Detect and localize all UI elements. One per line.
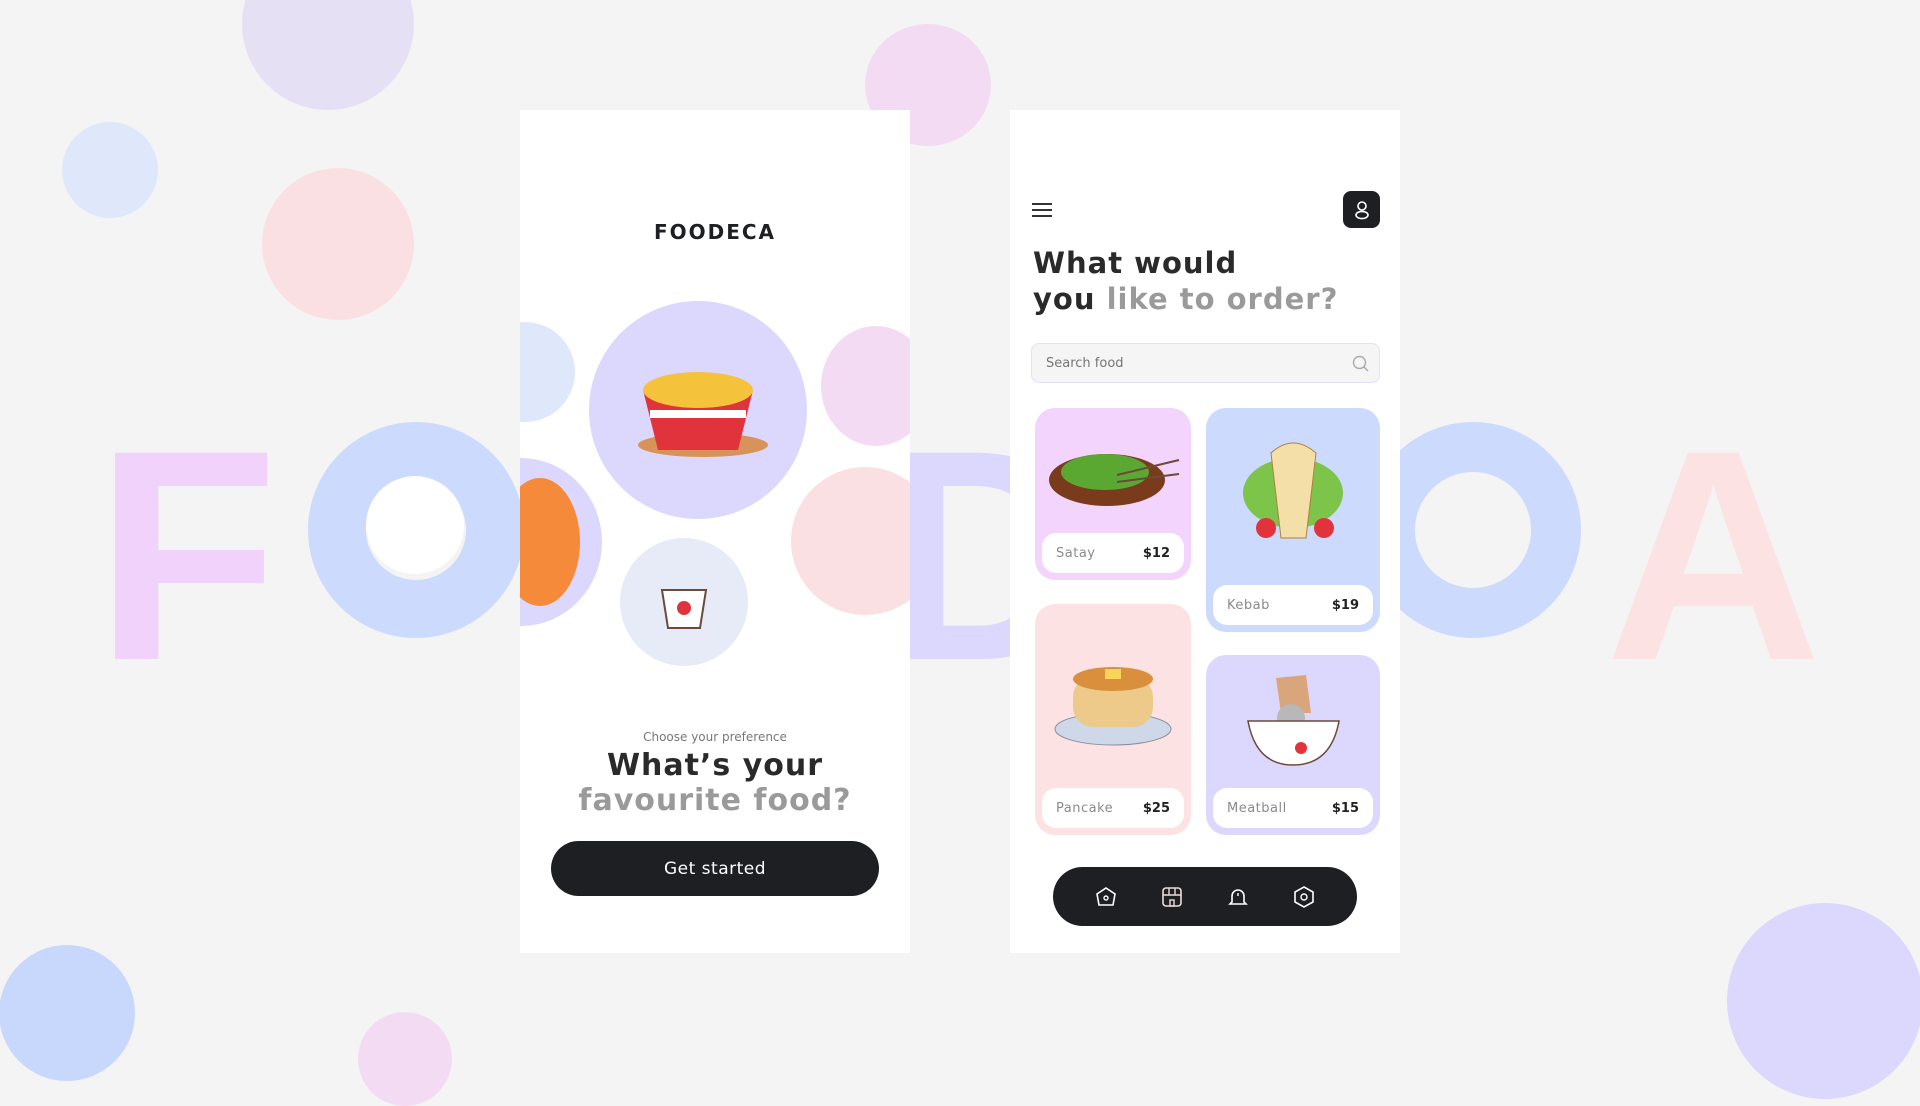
get-started-button[interactable]: Get started bbox=[551, 841, 879, 896]
food-card-kebab[interactable]: Kebab $19 bbox=[1206, 408, 1380, 632]
food-card-meatball[interactable]: Meatball $15 bbox=[1206, 655, 1380, 835]
intro-title-line1: What’s your bbox=[606, 748, 824, 783]
food-circle-bottom bbox=[620, 538, 748, 666]
bottom-nav bbox=[1053, 867, 1357, 926]
profile-button[interactable] bbox=[1343, 191, 1380, 228]
menu-screen: What would you like to order? Satay $12 K… bbox=[1010, 110, 1400, 953]
food-name: Satay bbox=[1056, 545, 1096, 561]
brand-logo: FOODECA bbox=[653, 220, 777, 244]
food-card-pancake[interactable]: Pancake $25 bbox=[1035, 604, 1191, 835]
food-price: $19 bbox=[1331, 597, 1359, 613]
bg-letter-a: A bbox=[1605, 387, 1822, 723]
nav-home-button[interactable] bbox=[1086, 877, 1126, 917]
nav-settings-button[interactable] bbox=[1284, 877, 1324, 917]
kebab-illustration bbox=[1243, 442, 1343, 539]
food-circle-main bbox=[589, 301, 807, 519]
home-icon bbox=[1096, 886, 1116, 906]
store-icon bbox=[1162, 886, 1182, 907]
food-sticker-circle bbox=[262, 168, 414, 320]
search-icon[interactable] bbox=[1352, 355, 1369, 372]
menu-heading: What would you like to order? bbox=[1033, 245, 1338, 317]
search-input[interactable] bbox=[1046, 344, 1336, 382]
food-name: Kebab bbox=[1227, 597, 1270, 613]
meatball-illustration bbox=[1247, 675, 1340, 766]
pancake-illustration bbox=[1054, 667, 1172, 746]
food-circle-right-top bbox=[821, 326, 910, 446]
heading-rest: like to order? bbox=[1106, 282, 1339, 316]
hamburger-menu-icon[interactable] bbox=[1032, 203, 1052, 217]
food-name: Meatball bbox=[1227, 800, 1287, 816]
intro-title-line2: favourite food? bbox=[578, 783, 852, 818]
food-sticker-circle bbox=[62, 122, 158, 218]
food-circle-right-bottom bbox=[791, 467, 910, 615]
takeout-box-icon bbox=[660, 589, 708, 629]
heading-you: you bbox=[1033, 282, 1096, 316]
noodle-bowl-icon bbox=[638, 372, 768, 457]
food-price: $15 bbox=[1331, 800, 1359, 816]
food-name: Pancake bbox=[1056, 800, 1114, 816]
bg-circle bbox=[0, 945, 135, 1081]
bg-letter-f: F bbox=[95, 387, 279, 723]
intro-subtitle: Choose your preference bbox=[643, 730, 787, 744]
food-sticker-circle bbox=[358, 1012, 452, 1106]
user-icon bbox=[1354, 200, 1369, 219]
intro-screen: FOODECA Choose your preference What’s yo… bbox=[520, 110, 910, 953]
search-field[interactable] bbox=[1031, 343, 1380, 383]
settings-icon bbox=[1294, 885, 1314, 908]
food-card-satay[interactable]: Satay $12 bbox=[1035, 408, 1191, 580]
food-price: $12 bbox=[1142, 545, 1170, 561]
bell-icon bbox=[1228, 888, 1248, 905]
nav-store-button[interactable] bbox=[1152, 877, 1192, 917]
food-price: $25 bbox=[1142, 800, 1170, 816]
heading-line1: What would bbox=[1033, 246, 1238, 280]
food-sticker-circle bbox=[366, 476, 464, 574]
bg-circle bbox=[1727, 903, 1920, 1099]
bg-circle bbox=[242, 0, 414, 110]
food-circle-left bbox=[520, 322, 575, 422]
food-circle-left-bottom bbox=[520, 458, 602, 626]
nav-notifications-button[interactable] bbox=[1218, 877, 1258, 917]
satay-illustration bbox=[1049, 454, 1180, 506]
